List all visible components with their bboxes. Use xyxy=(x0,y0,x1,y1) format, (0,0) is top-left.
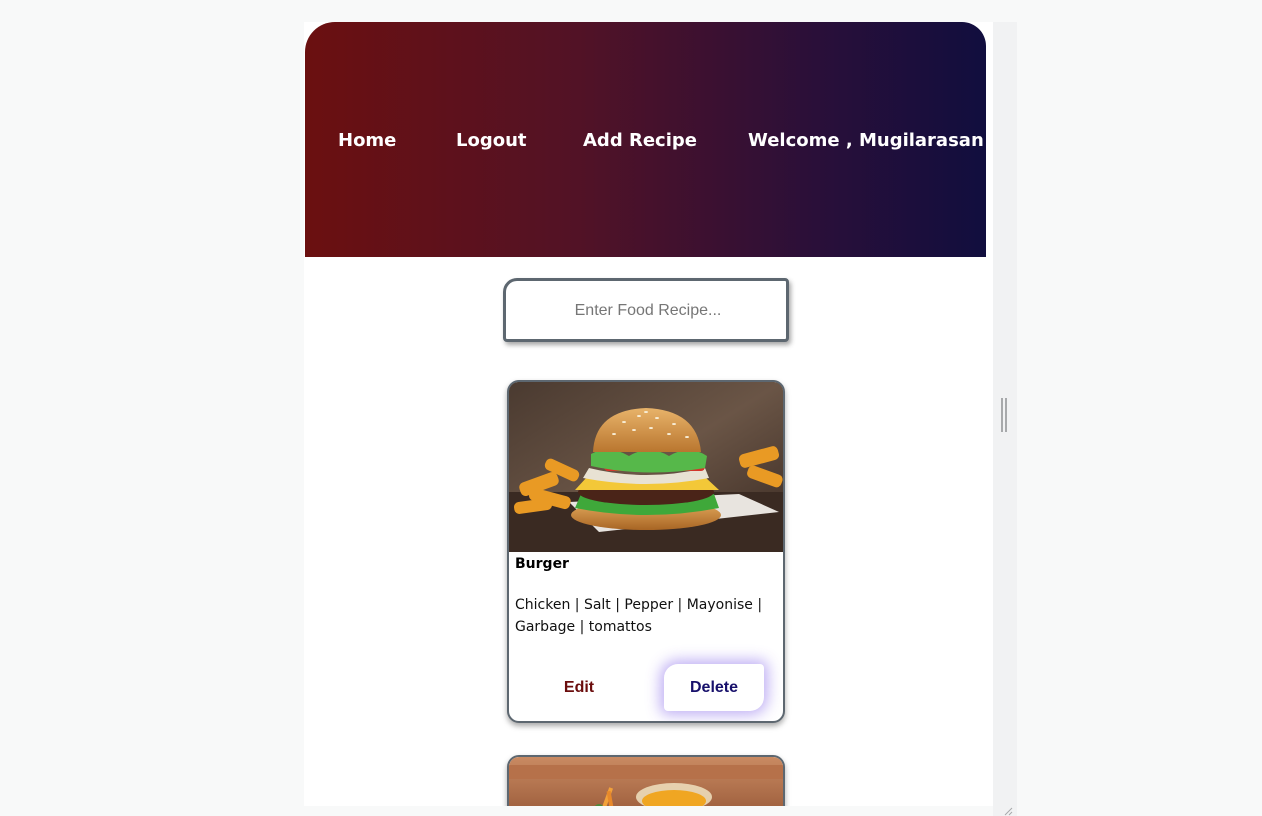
recipe-title: Burger xyxy=(515,556,569,572)
recipe-ingredients: Chicken | Salt | Pepper | Mayonise | Gar… xyxy=(515,597,763,635)
food-photo xyxy=(509,757,783,806)
recipe-card: Burger Chicken | Salt | Pepper | Mayonis… xyxy=(507,380,785,723)
app-viewport: Home Logout Add Recipe Welcome , Mugilar… xyxy=(304,22,993,806)
nav-add-recipe-link[interactable]: Add Recipe xyxy=(583,130,697,152)
edit-recipe-button[interactable]: Edit xyxy=(531,665,627,711)
burger-photo xyxy=(509,382,783,552)
nav-header: Home Logout Add Recipe Welcome , Mugilar… xyxy=(305,22,986,257)
recipe-card xyxy=(507,755,785,806)
nav-logout-link[interactable]: Logout xyxy=(456,130,527,152)
resize-corner-icon[interactable] xyxy=(1003,806,1013,816)
search-recipe-input[interactable] xyxy=(506,281,790,341)
resize-handle[interactable] xyxy=(1001,398,1007,432)
welcome-user-text: Welcome , Mugilarasan xyxy=(748,130,984,151)
search-box xyxy=(503,278,790,342)
delete-recipe-button[interactable]: Delete xyxy=(664,664,764,711)
nav-home-link[interactable]: Home xyxy=(338,130,396,152)
